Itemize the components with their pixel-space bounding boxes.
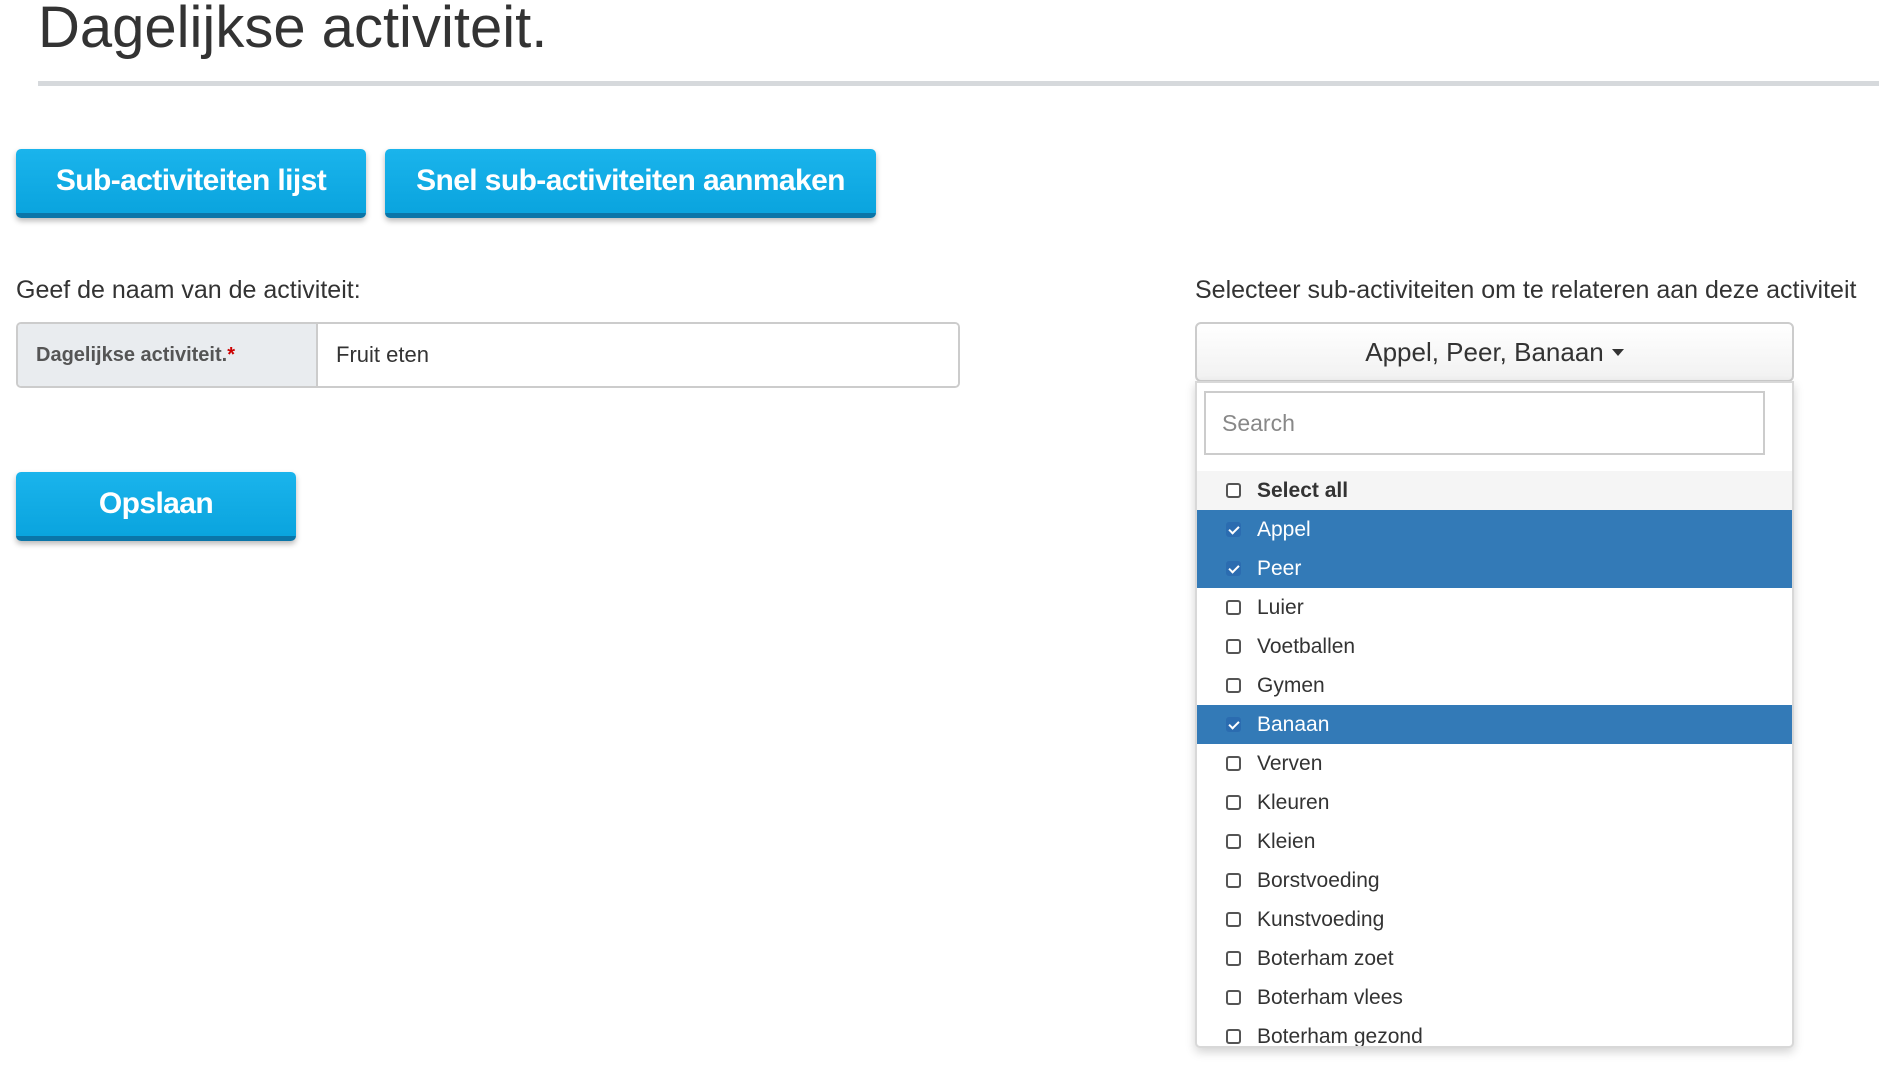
sub-activity-option-label: Borstvoeding <box>1257 868 1380 892</box>
sub-activities-select-label: Selecteer sub-activiteiten om te relater… <box>1195 276 1857 304</box>
sub-activity-option-label: Banaan <box>1257 712 1330 736</box>
sub-activity-option-label: Kunstvoeding <box>1257 907 1385 931</box>
sub-activities-option-list: Select all Appel Peer Luier Voetballen Gymen… <box>1197 471 1792 1048</box>
sub-activity-option[interactable]: Luier <box>1197 588 1792 627</box>
sub-activity-option[interactable]: Boterham zoet <box>1197 939 1792 978</box>
sub-activity-option-label: Peer <box>1257 556 1302 580</box>
quick-create-sub-activities-button[interactable]: Snel sub-activiteiten aanmaken <box>385 149 876 218</box>
checkbox-checked-icon[interactable] <box>1226 522 1241 537</box>
caret-down-icon <box>1611 348 1624 356</box>
sub-activity-option-label: Gymen <box>1257 673 1325 697</box>
activity-name-label: Geef de naam van de activiteit: <box>16 276 361 304</box>
sub-activity-option[interactable]: Gymen <box>1197 666 1792 705</box>
search-wrapper <box>1197 383 1792 463</box>
sub-activity-option[interactable]: Kleien <box>1197 822 1792 861</box>
checkbox-icon[interactable] <box>1226 639 1241 654</box>
checkbox-icon[interactable] <box>1226 1029 1241 1044</box>
selected-sub-activities-text: Appel, Peer, Banaan <box>1365 336 1604 367</box>
sub-activities-list-button[interactable]: Sub-activiteiten lijst <box>16 149 366 218</box>
checkbox-checked-icon[interactable] <box>1226 717 1241 732</box>
sub-activity-option[interactable]: Peer <box>1197 549 1792 588</box>
title-divider <box>38 81 1879 86</box>
checkbox-icon[interactable] <box>1226 600 1241 615</box>
checkbox-icon[interactable] <box>1226 873 1241 888</box>
checkbox-icon[interactable] <box>1226 834 1241 849</box>
sub-activity-option-label: Boterham zoet <box>1257 946 1394 970</box>
sub-activity-option-label: Boterham gezond <box>1257 1024 1423 1048</box>
search-input[interactable] <box>1204 391 1765 455</box>
sub-activity-option[interactable]: Kunstvoeding <box>1197 900 1792 939</box>
sub-activity-option[interactable]: Boterham vlees <box>1197 978 1792 1017</box>
sub-activity-option-label: Verven <box>1257 751 1323 775</box>
sub-activity-option[interactable]: Verven <box>1197 744 1792 783</box>
checkbox-icon[interactable] <box>1226 756 1241 771</box>
sub-activity-option-label: Voetballen <box>1257 634 1356 658</box>
sub-activity-option-label: Luier <box>1257 595 1304 619</box>
sub-activity-option-label: Appel <box>1257 517 1311 541</box>
activity-name-input-group: Dagelijkse activiteit. * <box>16 322 960 388</box>
save-button[interactable]: Opslaan <box>16 472 296 541</box>
checkbox-icon[interactable] <box>1226 912 1241 927</box>
sub-activity-option-label: Kleuren <box>1257 790 1330 814</box>
activity-name-addon: Dagelijkse activiteit. * <box>18 324 318 386</box>
sub-activity-option[interactable]: Banaan <box>1197 705 1792 744</box>
checkbox-icon[interactable] <box>1226 795 1241 810</box>
checkbox-icon[interactable] <box>1226 990 1241 1005</box>
checkbox-checked-icon[interactable] <box>1226 561 1241 576</box>
page-title: Dagelijkse activiteit. <box>38 0 548 60</box>
sub-activity-option-label: Boterham vlees <box>1257 985 1403 1009</box>
sub-activity-option[interactable]: Boterham gezond <box>1197 1017 1792 1048</box>
checkbox-icon[interactable] <box>1226 678 1241 693</box>
required-marker: * <box>227 343 235 366</box>
sub-activity-option-label: Kleien <box>1257 829 1316 853</box>
sub-activities-dropdown-menu: Select all Appel Peer Luier Voetballen Gymen… <box>1195 381 1794 1048</box>
activity-name-addon-label: Dagelijkse activiteit. <box>36 343 228 366</box>
sub-activity-option[interactable]: Appel <box>1197 510 1792 549</box>
sub-activity-option[interactable]: Voetballen <box>1197 627 1792 666</box>
checkbox-icon[interactable] <box>1226 483 1241 498</box>
sub-activities-dropdown-toggle[interactable]: Appel, Peer, Banaan <box>1195 322 1794 382</box>
sub-activity-option[interactable]: Kleuren <box>1197 783 1792 822</box>
checkbox-icon[interactable] <box>1226 951 1241 966</box>
activity-name-input[interactable] <box>318 324 958 386</box>
select-all-option[interactable]: Select all <box>1197 471 1792 510</box>
select-all-label: Select all <box>1257 478 1349 502</box>
sub-activity-option[interactable]: Borstvoeding <box>1197 861 1792 900</box>
